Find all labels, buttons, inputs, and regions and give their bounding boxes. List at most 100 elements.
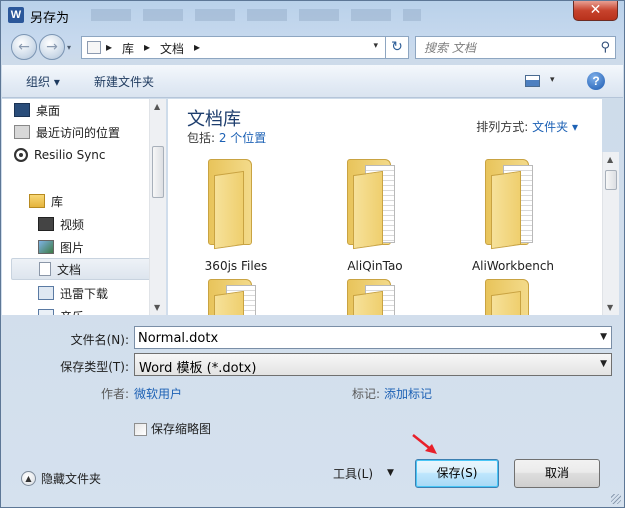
change-view-icon[interactable] [525,75,540,87]
author-label: 作者: [101,387,130,401]
library-title: 文档库 [187,109,241,130]
breadcrumb-library[interactable]: 库 [122,40,134,57]
sidebar-item-resilio-sync[interactable]: Resilio Sync [14,144,152,166]
save-thumbnail-checkbox[interactable] [134,423,147,436]
navigation-pane: 桌面 最近访问的位置 Resilio Sync 库 视频 图片 文档 迅雷下载 [2,99,166,315]
breadcrumb-separator-icon[interactable]: ▸ [194,40,200,54]
sidebar-item-label: 最近访问的位置 [36,125,121,140]
word-app-icon: W [8,7,24,23]
scroll-up-icon[interactable]: ▲ [607,155,613,164]
folder-icon [208,159,268,250]
folder-icon [485,159,545,250]
sidebar-item-libraries[interactable]: 库 [29,190,166,212]
search-input[interactable] [424,38,594,58]
sidebar-item-label: 视频 [60,217,85,232]
arrange-by-label: 排列方式: [476,120,533,134]
folder-name: AliWorkbench [471,259,555,273]
tools-button[interactable]: 工具(L) [333,465,373,482]
breadcrumb-separator-icon[interactable]: ▸ [144,40,150,54]
libraries-icon [29,194,45,208]
filename-label: 文件名(N): [70,333,129,347]
downloads-icon [38,286,54,300]
folder-icon [208,279,268,315]
refresh-icon[interactable]: ↻ [385,36,409,59]
filetype-value: Word 模板 (*.dotx) [139,361,257,376]
navigation-pane-scrollbar[interactable]: ▲ ▼ [149,99,166,315]
forward-button[interactable]: → [39,34,65,60]
folder-item[interactable]: AliQinTao [315,159,435,279]
save-as-dialog: W 另存为 ✕ ← → ▾ ▸ 库 ▸ 文档 ▸ ▾ ↻ ⚲ 组织 ▾ 新建文件… [0,0,625,508]
music-icon [38,309,54,315]
hide-folders-label: 隐藏文件夹 [41,472,102,486]
folder-icon [347,159,407,250]
locations-link[interactable]: 2 个位置 [219,131,266,145]
search-icon[interactable]: ⚲ [600,40,610,55]
organize-button[interactable]: 组织 ▾ [26,73,60,90]
video-icon [38,217,54,231]
folder-icon [485,279,545,315]
help-icon[interactable]: ? [587,72,605,90]
breadcrumb-separator-icon[interactable]: ▸ [106,40,112,54]
sidebar-item-label: 图片 [60,240,85,255]
chevron-down-icon[interactable]: ▼ [600,332,607,342]
arrange-by-dropdown[interactable]: 文件夹 ▾ [532,120,578,134]
sidebar-item-videos[interactable]: 视频 [38,213,166,235]
sidebar-item-desktop[interactable]: 桌面 [14,99,152,121]
scroll-up-icon[interactable]: ▲ [154,102,160,111]
back-button[interactable]: ← [11,34,37,60]
save-thumbnail-label[interactable]: 保存缩略图 [151,420,211,437]
address-dropdown-icon[interactable]: ▾ [373,41,378,51]
scroll-down-icon[interactable]: ▼ [607,303,613,312]
recent-locations-dropdown-icon[interactable]: ▾ [67,43,71,52]
chevron-up-icon: ▲ [21,471,36,486]
address-bar[interactable]: ▸ 库 ▸ 文档 ▸ ▾ [81,36,409,59]
sidebar-item-pictures[interactable]: 图片 [38,236,166,258]
sidebar-item-recent-places[interactable]: 最近访问的位置 [14,121,152,143]
close-button[interactable]: ✕ [573,1,618,21]
new-folder-button[interactable]: 新建文件夹 [94,73,154,90]
background-title-ghost [91,9,421,21]
chevron-down-icon[interactable]: ▼ [600,359,607,369]
tags-label: 标记: [352,387,381,401]
pictures-icon [38,240,54,254]
folder-item[interactable] [176,279,296,315]
author-field[interactable]: 微软用户 [134,385,182,402]
command-bar: 组织 ▾ 新建文件夹 ▾ ? [2,65,623,98]
folder-name: AliQinTao [347,259,403,273]
filename-combo[interactable]: ▼ [134,326,612,349]
resize-grip-icon[interactable] [611,494,621,504]
sidebar-item-label: Resilio Sync [34,148,106,162]
folder-name: 360js Files [204,259,268,273]
save-button[interactable]: 保存(S) [415,459,499,488]
filetype-select[interactable]: Word 模板 (*.dotx) ▼ [134,353,612,376]
sidebar-item-thunder-downloads[interactable]: 迅雷下载 [38,282,166,304]
title-bar[interactable]: W 另存为 ✕ [1,1,624,29]
tags-field[interactable]: 添加标记 [384,385,432,402]
filename-input[interactable] [138,328,578,348]
scrollbar-thumb[interactable] [152,146,164,198]
folder-item[interactable] [453,279,573,315]
hide-folders-button[interactable]: ▲ 隐藏文件夹 [21,470,101,487]
recent-places-icon [14,125,30,139]
arrange-by: 排列方式: 文件夹 ▾ [476,118,578,135]
sidebar-item-music[interactable]: 音乐 [38,305,166,315]
view-options-dropdown-icon[interactable]: ▾ [550,75,555,85]
sidebar-item-documents[interactable]: 文档 [11,258,151,280]
breadcrumb-documents[interactable]: 文档 [160,40,184,57]
folder-item[interactable] [315,279,435,315]
documents-icon [39,262,51,276]
desktop-icon [14,103,30,117]
file-list-pane: 文档库 包括: 2 个位置 排列方式: 文件夹 ▾ 360js Files Al… [168,99,602,315]
scroll-down-icon[interactable]: ▼ [154,303,160,312]
folder-item[interactable]: AliWorkbench [453,159,573,279]
sidebar-item-label: 桌面 [36,103,61,118]
file-list-scrollbar[interactable]: ▲ ▼ [602,152,619,315]
scrollbar-thumb[interactable] [605,170,617,190]
cancel-button[interactable]: 取消 [514,459,600,488]
location-icon [87,41,101,54]
navigation-bar: ← → ▾ ▸ 库 ▸ 文档 ▸ ▾ ↻ ⚲ [1,31,624,63]
search-box[interactable]: ⚲ [415,36,616,59]
folder-item[interactable]: 360js Files [176,159,296,279]
filetype-label: 保存类型(T): [60,360,129,374]
tools-dropdown-icon[interactable]: ▼ [387,468,394,478]
